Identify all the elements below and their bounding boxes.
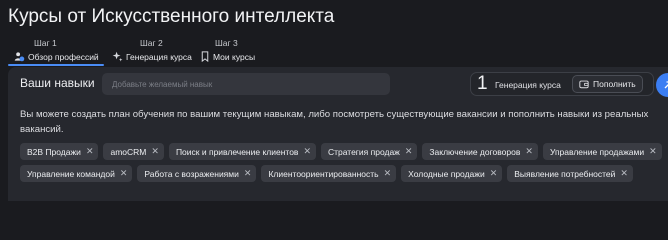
remove-tag-icon[interactable]: ✕ xyxy=(525,147,533,156)
arrow-icon xyxy=(664,81,668,89)
skill-tag: Холодные продажи ✕ xyxy=(401,165,503,182)
remove-tag-icon[interactable]: ✕ xyxy=(151,147,159,156)
step-number: Шаг 3 xyxy=(215,38,238,48)
skill-tag-label: Выявление потребностей xyxy=(514,168,616,179)
step-number: Шаг 2 xyxy=(140,38,163,48)
skill-tag-label: B2B Продажи xyxy=(27,146,81,157)
skills-heading: Ваши навыки xyxy=(20,76,95,90)
skill-tag-label: Стратегия продаж xyxy=(327,146,400,157)
generation-counter: 1 Генерация курса Пополнить xyxy=(470,72,654,96)
skill-tag: Работа с возражениями ✕ xyxy=(137,165,257,182)
skill-tag: Клиентоориентированность ✕ xyxy=(261,165,397,182)
remove-tag-icon[interactable]: ✕ xyxy=(244,169,252,178)
skill-tags-row: Управление командой ✕ Работа с возражениям… xyxy=(20,165,668,182)
skill-tag: Поиск и привлечение клиентов ✕ xyxy=(168,143,316,160)
top-up-button[interactable]: Пополнить xyxy=(572,75,643,93)
skill-tag-label: Заключение договоров xyxy=(429,146,521,157)
skill-tag-label: Управление продажами xyxy=(549,146,645,157)
remove-tag-icon[interactable]: ✕ xyxy=(384,169,392,178)
skill-tag-label: Поиск и привлечение клиентов xyxy=(175,146,299,157)
sparkle-icon xyxy=(112,51,123,62)
tab-step-1[interactable]: Шаг 1 Обзор профессий xyxy=(8,36,104,66)
skill-tag: B2B Продажи ✕ xyxy=(20,143,99,160)
skill-tag: amoCRM ✕ xyxy=(103,143,164,160)
generation-label: Генерация курса xyxy=(495,80,561,90)
remove-tag-icon[interactable]: ✕ xyxy=(490,169,498,178)
bookmark-icon xyxy=(201,51,209,62)
skill-tag-label: amoCRM xyxy=(110,146,147,157)
skill-tag: Управление командой ✕ xyxy=(20,165,133,182)
step-label: Обзор профессий xyxy=(28,51,99,62)
step-number: Шаг 1 xyxy=(34,38,57,48)
skill-tag: Выявление потребностей ✕ xyxy=(507,165,633,182)
skill-tag: Заключение договоров ✕ xyxy=(422,143,538,160)
skill-input[interactable] xyxy=(102,73,390,95)
step-label: Мои курсы xyxy=(213,51,256,62)
active-tab-indicator xyxy=(8,64,104,66)
skill-tag: Стратегия продаж ✕ xyxy=(320,143,418,160)
skill-tags-row: B2B Продажи ✕ amoCRM ✕ Поиск и привлечение к… xyxy=(20,143,668,160)
next-button[interactable] xyxy=(656,73,668,97)
remove-tag-icon[interactable]: ✕ xyxy=(86,147,94,156)
remove-tag-icon[interactable]: ✕ xyxy=(620,169,628,178)
skills-description: Вы можете создать план обучения по вашим… xyxy=(20,109,649,135)
generation-count: 1 xyxy=(477,73,488,94)
skill-tag: Управление продажами ✕ xyxy=(542,143,662,160)
remove-tag-icon[interactable]: ✕ xyxy=(303,147,311,156)
remove-tag-icon[interactable]: ✕ xyxy=(120,169,128,178)
skill-tags: B2B Продажи ✕ amoCRM ✕ Поиск и привлечение к… xyxy=(20,143,668,187)
tab-step-3[interactable]: Шаг 3 Мои курсы xyxy=(198,36,288,66)
remove-tag-icon[interactable]: ✕ xyxy=(649,147,657,156)
wallet-icon xyxy=(579,80,589,89)
page-title: Курсы от Искусственного интеллекта xyxy=(8,6,335,27)
skill-tag-label: Работа с возражениями xyxy=(144,168,239,179)
skill-tag-label: Холодные продажи xyxy=(408,168,485,179)
tab-step-2[interactable]: Шаг 2 Генерация курса xyxy=(104,36,198,66)
users-icon xyxy=(14,52,25,62)
step-tabs: Шаг 1 Обзор профессий Шаг 2 Генерация ку… xyxy=(8,36,668,66)
remove-tag-icon[interactable]: ✕ xyxy=(405,147,413,156)
step-label: Генерация курса xyxy=(126,51,192,62)
top-up-label: Пополнить xyxy=(593,79,636,89)
skill-tag-label: Клиентоориентированность xyxy=(268,168,379,179)
skill-tag-label: Управление командой xyxy=(27,168,115,179)
skills-panel: Ваши навыки 1 Генерация курса Пополнить … xyxy=(8,67,668,201)
